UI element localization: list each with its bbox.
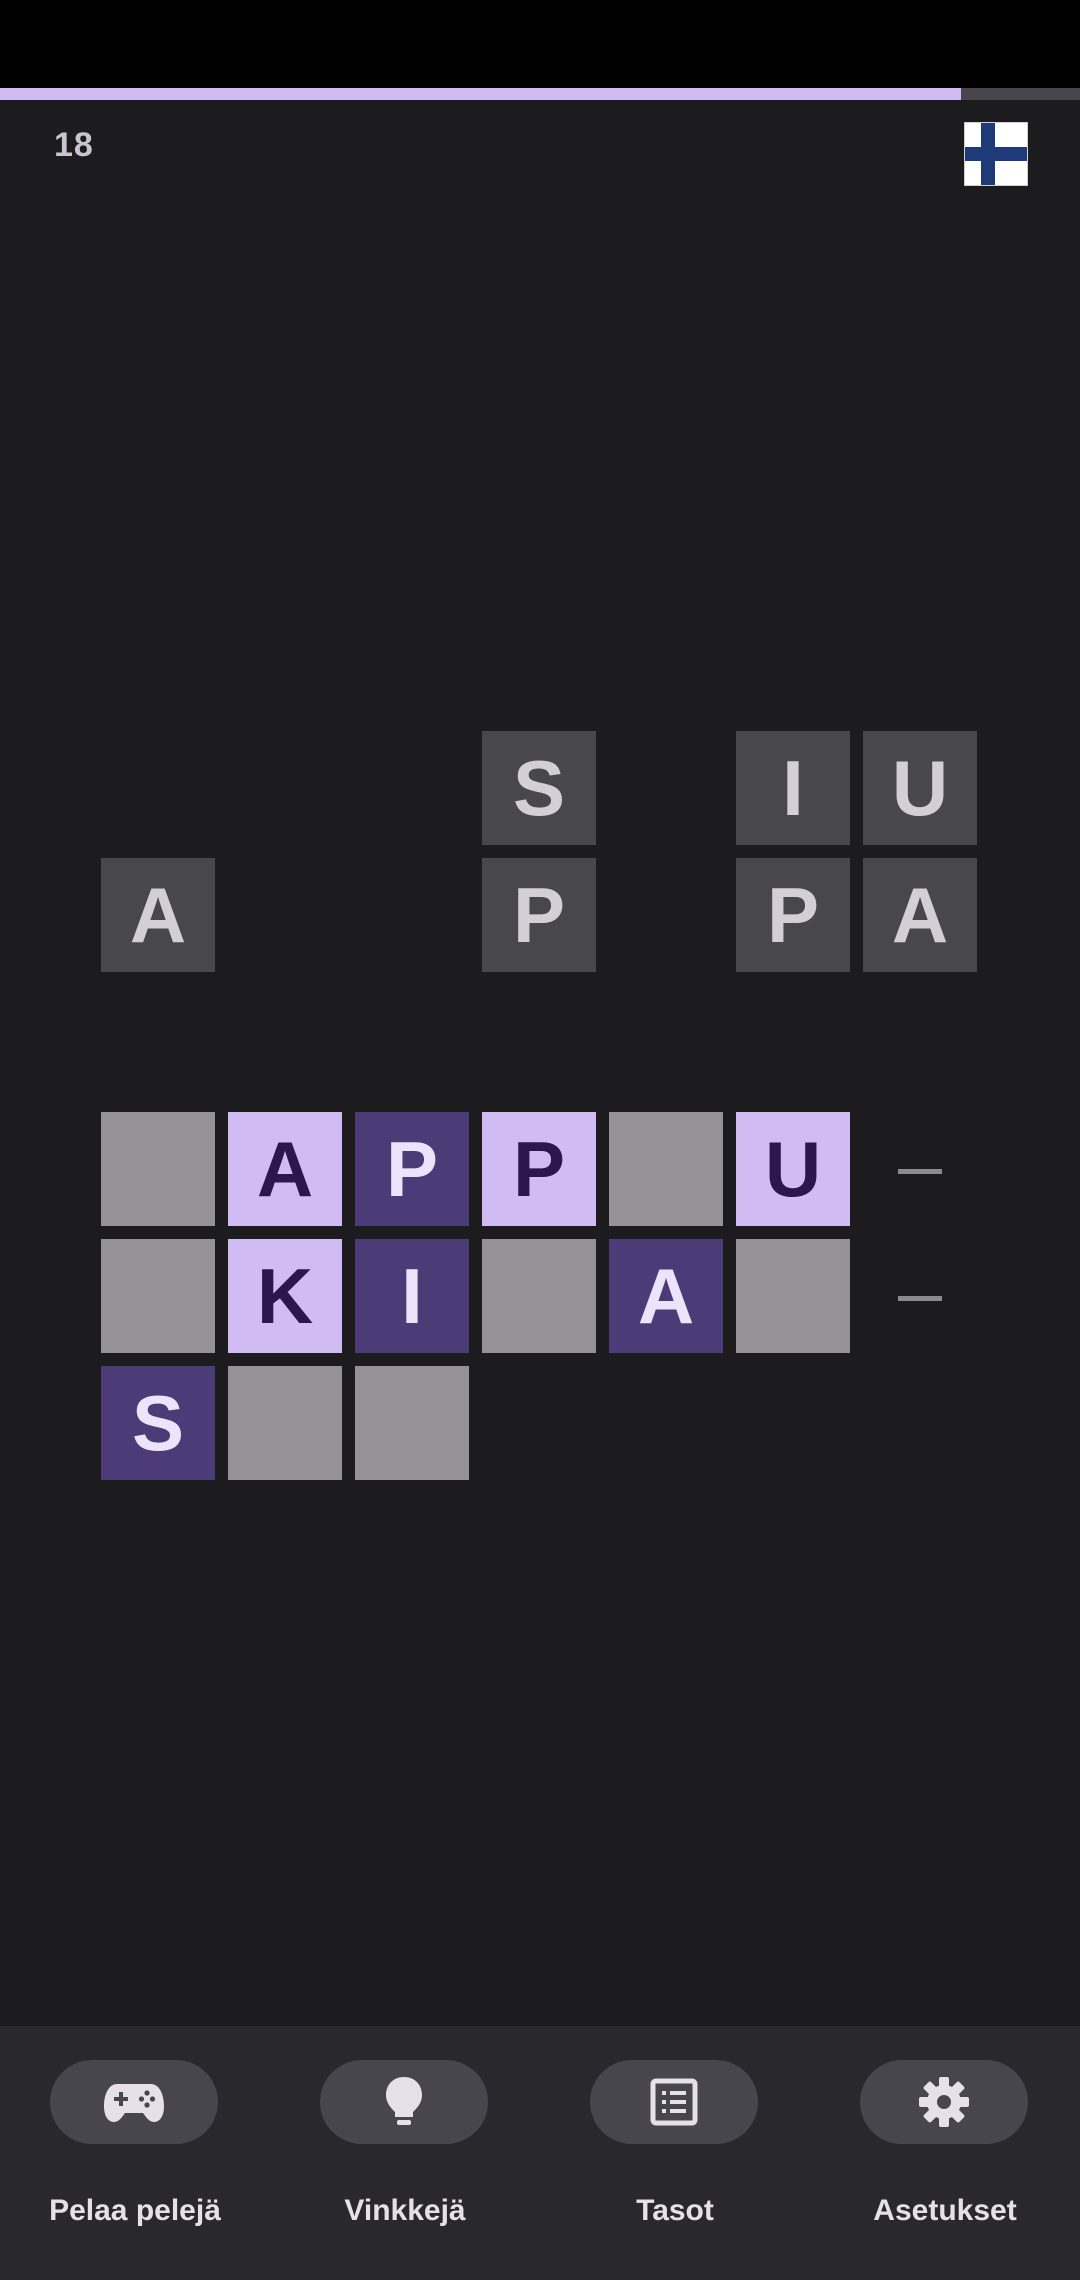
answer-slot[interactable]: A <box>228 1112 342 1226</box>
answer-slot[interactable] <box>355 1366 469 1480</box>
nav-levels[interactable]: Tasot <box>540 2026 810 2280</box>
answer-slot[interactable]: P <box>355 1112 469 1226</box>
pool-tile[interactable]: I <box>736 731 850 845</box>
list-icon <box>650 2078 698 2126</box>
gear-icon <box>919 2077 969 2127</box>
nav-hints-label: Vinkkejä <box>344 2194 466 2227</box>
nav-play-games[interactable]: Pelaa pelejä <box>0 2026 270 2280</box>
pool-tile[interactable]: U <box>863 731 977 845</box>
answer-slot[interactable] <box>736 1239 850 1353</box>
bottom-navigation: Pelaa pelejä Vinkkejä Tasot Asetukset <box>0 2026 1080 2280</box>
answer-slot[interactable]: I <box>355 1239 469 1353</box>
pool-tile[interactable]: P <box>482 858 596 972</box>
pool-tile[interactable]: P <box>736 858 850 972</box>
answer-slot[interactable] <box>101 1112 215 1226</box>
answer-slot[interactable]: K <box>228 1239 342 1353</box>
nav-hints[interactable]: Vinkkejä <box>270 2026 540 2280</box>
nav-hints-pill[interactable] <box>320 2060 488 2144</box>
lightbulb-icon <box>386 2077 422 2125</box>
answer-slot[interactable] <box>101 1239 215 1353</box>
word-end-dash <box>898 1296 942 1301</box>
pool-tile[interactable]: A <box>101 858 215 972</box>
pool-tile[interactable]: S <box>482 731 596 845</box>
answer-slot[interactable]: S <box>101 1366 215 1480</box>
answer-slot[interactable] <box>482 1239 596 1353</box>
answer-slot[interactable] <box>609 1112 723 1226</box>
pool-tile[interactable]: A <box>863 858 977 972</box>
level-number: 18 <box>54 126 94 164</box>
level-progress-fill <box>0 88 962 100</box>
nav-settings-pill[interactable] <box>860 2060 1028 2144</box>
nav-play-games-label: Pelaa pelejä <box>49 2194 221 2227</box>
answer-slot[interactable]: A <box>609 1239 723 1353</box>
nav-settings-label: Asetukset <box>873 2194 1017 2227</box>
nav-levels-pill[interactable] <box>590 2060 758 2144</box>
gamepad-icon <box>104 2084 164 2122</box>
nav-play-games-pill[interactable] <box>50 2060 218 2144</box>
status-bar <box>0 0 1080 88</box>
nav-settings[interactable]: Asetukset <box>810 2026 1080 2280</box>
finland-flag-icon[interactable] <box>964 122 1028 186</box>
answer-slot[interactable] <box>228 1366 342 1480</box>
word-end-dash <box>898 1169 942 1174</box>
answer-slot[interactable]: U <box>736 1112 850 1226</box>
nav-levels-label: Tasot <box>636 2194 714 2227</box>
answer-slot[interactable]: P <box>482 1112 596 1226</box>
level-progress-bar <box>0 88 1080 100</box>
